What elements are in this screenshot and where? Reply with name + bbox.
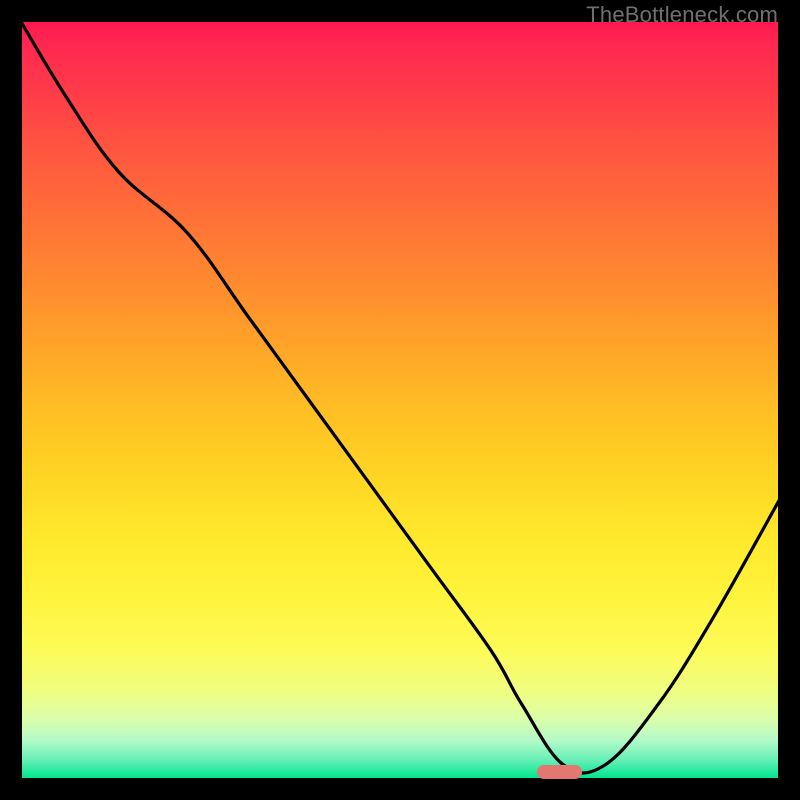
plot-area bbox=[20, 20, 780, 780]
chart-container: TheBottleneck.com bbox=[0, 0, 800, 800]
optimal-marker bbox=[537, 765, 583, 779]
watermark-text: TheBottleneck.com bbox=[586, 2, 778, 28]
